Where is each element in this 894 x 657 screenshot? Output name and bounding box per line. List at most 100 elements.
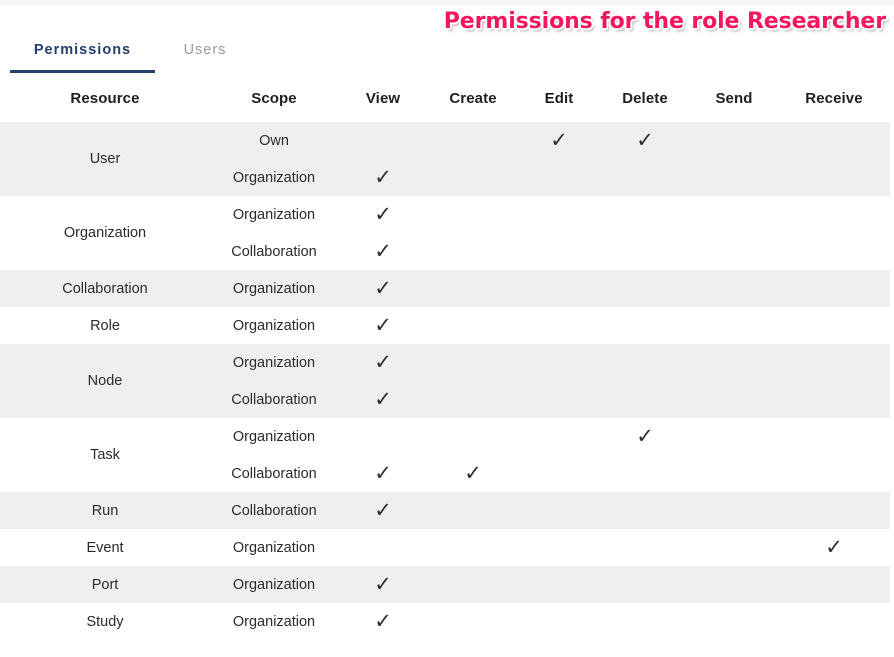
cell-resource: Role (0, 307, 210, 344)
table-header-row: Resource Scope View Create Edit Delete S… (0, 76, 890, 122)
cell-delete (600, 529, 690, 566)
cell-view (338, 122, 428, 159)
table-body: User Own ✓ ✓ Organization ✓ Organization Organi… (0, 122, 890, 640)
cell-receive (778, 307, 890, 344)
cell-create (428, 196, 518, 233)
cell-edit (518, 418, 600, 455)
cell-delete (600, 344, 690, 381)
cell-view: ✓ (338, 344, 428, 381)
column-header-receive[interactable]: Receive (778, 76, 890, 122)
cell-view: ✓ (338, 492, 428, 529)
cell-receive (778, 418, 890, 455)
column-header-send[interactable]: Send (690, 76, 778, 122)
checkmark-icon: ✓ (374, 350, 392, 374)
checkmark-icon: ✓ (374, 202, 392, 226)
checkmark-icon: ✓ (374, 313, 392, 337)
cell-create (428, 381, 518, 418)
cell-scope: Organization (210, 418, 338, 455)
cell-resource: Organization (0, 196, 210, 270)
cell-create: ✓ (428, 455, 518, 492)
checkmark-icon: ✓ (550, 128, 568, 152)
cell-create (428, 418, 518, 455)
cell-edit (518, 344, 600, 381)
cell-view: ✓ (338, 196, 428, 233)
checkmark-icon: ✓ (464, 461, 482, 485)
checkmark-icon: ✓ (374, 498, 392, 522)
cell-delete (600, 603, 690, 640)
cell-receive (778, 566, 890, 603)
cell-edit (518, 455, 600, 492)
column-header-scope[interactable]: Scope (210, 76, 338, 122)
cell-resource: Event (0, 529, 210, 566)
cell-receive: ✓ (778, 529, 890, 566)
checkmark-icon: ✓ (636, 424, 654, 448)
cell-receive (778, 603, 890, 640)
cell-delete: ✓ (600, 122, 690, 159)
cell-send (690, 122, 778, 159)
cell-receive (778, 270, 890, 307)
cell-create (428, 492, 518, 529)
cell-send (690, 196, 778, 233)
cell-scope: Organization (210, 196, 338, 233)
table-row: Port Organization ✓ (0, 566, 890, 603)
cell-view (338, 529, 428, 566)
checkmark-icon: ✓ (374, 387, 392, 411)
column-header-resource[interactable]: Resource (0, 76, 210, 122)
cell-resource: Collaboration (0, 270, 210, 307)
permissions-table: Resource Scope View Create Edit Delete S… (0, 76, 890, 640)
cell-send (690, 159, 778, 196)
cell-delete (600, 270, 690, 307)
checkmark-icon: ✓ (374, 165, 392, 189)
table-head: Resource Scope View Create Edit Delete S… (0, 76, 890, 122)
cell-scope: Collaboration (210, 233, 338, 270)
tab-users[interactable]: Users (165, 27, 245, 73)
cell-view: ✓ (338, 233, 428, 270)
cell-edit (518, 270, 600, 307)
cell-scope: Organization (210, 529, 338, 566)
cell-resource: Node (0, 344, 210, 418)
tab-permissions[interactable]: Permissions (0, 27, 165, 73)
cell-send (690, 270, 778, 307)
cell-scope: Organization (210, 603, 338, 640)
column-header-delete[interactable]: Delete (600, 76, 690, 122)
cell-create (428, 529, 518, 566)
permissions-page: Permissions for the role Researcher Perm… (0, 0, 894, 657)
cell-send (690, 603, 778, 640)
cell-scope: Organization (210, 159, 338, 196)
cell-send (690, 455, 778, 492)
cell-scope: Organization (210, 566, 338, 603)
cell-send (690, 529, 778, 566)
cell-create (428, 159, 518, 196)
cell-send (690, 492, 778, 529)
table-row: Task Organization ✓ (0, 418, 890, 492)
cell-scope: Organization (210, 344, 338, 381)
cell-edit (518, 159, 600, 196)
cell-edit (518, 603, 600, 640)
cell-delete: ✓ (600, 418, 690, 455)
cell-send (690, 566, 778, 603)
cell-resource: User (0, 122, 210, 196)
cell-view: ✓ (338, 381, 428, 418)
permissions-table-container: Resource Scope View Create Edit Delete S… (0, 76, 890, 640)
cell-receive (778, 159, 890, 196)
page-overlay-title: Permissions for the role Researcher (443, 9, 886, 34)
cell-send (690, 344, 778, 381)
cell-view (338, 418, 428, 455)
tab-bar: Permissions Users (0, 27, 890, 75)
cell-edit (518, 566, 600, 603)
column-header-view[interactable]: View (338, 76, 428, 122)
cell-edit (518, 492, 600, 529)
column-header-edit[interactable]: Edit (518, 76, 600, 122)
cell-scope: Organization (210, 307, 338, 344)
checkmark-icon: ✓ (636, 128, 654, 152)
checkmark-icon: ✓ (374, 239, 392, 263)
cell-receive (778, 122, 890, 159)
cell-view: ✓ (338, 455, 428, 492)
top-strip (0, 0, 894, 5)
column-header-create[interactable]: Create (428, 76, 518, 122)
cell-scope: Collaboration (210, 381, 338, 418)
cell-receive (778, 233, 890, 270)
table-row: User Own ✓ ✓ (0, 122, 890, 196)
cell-scope: Own (210, 122, 338, 159)
cell-receive (778, 455, 890, 492)
